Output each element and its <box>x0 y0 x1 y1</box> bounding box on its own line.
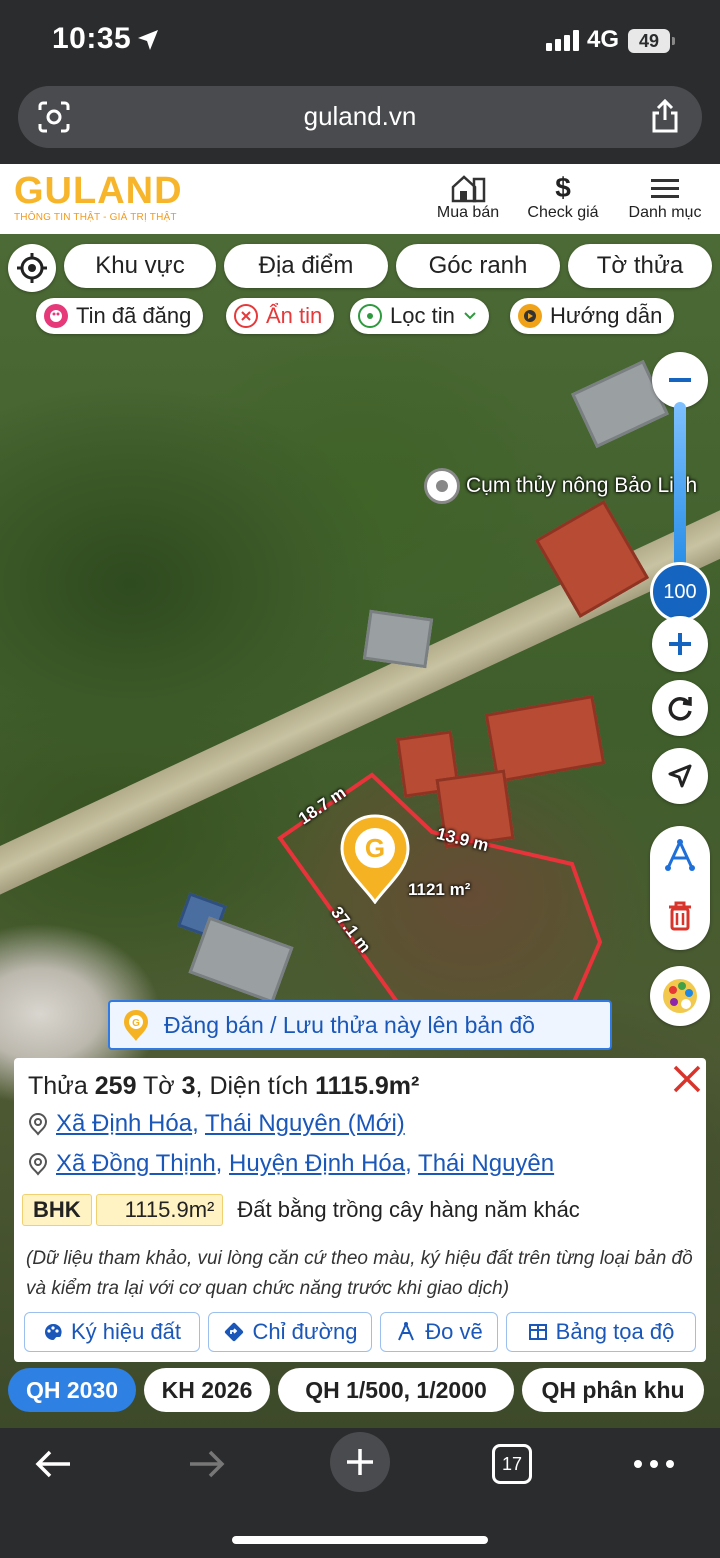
poi-marker[interactable]: Cụm thủy nông Bảo Linh <box>424 468 697 504</box>
menu-icon <box>651 179 679 198</box>
dollar-icon: $ <box>555 172 571 203</box>
home-indicator <box>232 1536 488 1544</box>
refresh-icon <box>668 697 692 721</box>
forward-icon[interactable] <box>184 1442 228 1486</box>
parcel-title: Thửa 259 Tờ 3, Diện tích 1115.9m² <box>28 1072 420 1100</box>
location-arrow-icon <box>138 30 158 50</box>
land-symbol-button[interactable]: Ký hiệu đất <box>24 1312 200 1352</box>
coordinates-table-button[interactable]: Bảng tọa độ <box>506 1312 696 1352</box>
house-icon <box>451 175 486 203</box>
directions-button[interactable]: Chỉ đường <box>208 1312 372 1352</box>
zoom-out-button[interactable] <box>652 352 708 408</box>
tab-to-thua[interactable]: Tờ thửa <box>568 244 712 288</box>
guland-logo[interactable]: GULAND THÔNG TIN THẬT - GIÁ TRỊ THẬT <box>14 172 183 223</box>
nav-buy-sell[interactable]: Mua bán <box>430 172 506 222</box>
pin-icon <box>358 304 382 328</box>
hide-listings-button[interactable]: Ẩn tin <box>226 298 335 334</box>
navigate-button[interactable] <box>652 748 708 804</box>
tab-goc-ranh[interactable]: Góc ranh <box>396 244 560 288</box>
measure-button[interactable]: Đo vẽ <box>380 1312 498 1352</box>
trash-icon[interactable] <box>666 900 694 932</box>
draw-measure-icon <box>398 1322 415 1341</box>
plus-icon <box>669 633 691 655</box>
filter-listings-button[interactable]: Lọc tin <box>350 298 489 334</box>
parcel-marker-icon[interactable]: G <box>340 814 410 904</box>
layer-kh-2026[interactable]: KH 2026 <box>144 1368 270 1412</box>
posted-listings-button[interactable]: Tin đã đăng <box>36 298 204 334</box>
tab-khu-vuc[interactable]: Khu vực <box>64 244 216 288</box>
share-icon[interactable] <box>650 98 680 134</box>
parcel-info-panel: Thửa 259 Tờ 3, Diện tích 1115.9m² Xã Địn… <box>14 1058 706 1362</box>
province-link[interactable]: Thái Nguyên <box>418 1150 554 1177</box>
site-header: GULAND THÔNG TIN THẬT - GIÁ TRỊ THẬT Mua… <box>0 164 720 234</box>
svg-text:G: G <box>132 1018 140 1029</box>
network-type: 4G <box>587 26 620 53</box>
directions-icon <box>224 1322 243 1342</box>
save-parcel-banner[interactable]: G Đăng bán / Lưu thửa này lên bản đồ <box>108 1000 612 1050</box>
table-icon <box>528 1324 547 1340</box>
url-text[interactable]: guland.vn <box>18 101 702 132</box>
zoom-slider-knob[interactable]: 100 <box>650 562 710 622</box>
map-style-button[interactable] <box>650 966 710 1026</box>
crosshair-icon <box>17 253 47 283</box>
nav-check-price[interactable]: $ Check giá <box>520 172 606 222</box>
zoom-slider-track[interactable] <box>674 402 686 586</box>
tab-dia-diem[interactable]: Địa điểm <box>224 244 388 288</box>
layer-qh-2030[interactable]: QH 2030 <box>8 1368 136 1412</box>
layer-qh-1-500[interactable]: QH 1/500, 1/2000 <box>278 1368 514 1412</box>
palette-icon <box>44 304 68 328</box>
land-use-row: BHK 1115.9m² Đất bằng trồng cây hàng năm… <box>22 1194 580 1226</box>
close-circle-icon <box>234 304 258 328</box>
palette-icon <box>663 979 697 1013</box>
chevron-down-icon <box>464 312 476 320</box>
draw-measure-icon[interactable] <box>662 838 698 874</box>
district-link[interactable]: Huyện Định Hóa <box>229 1150 405 1177</box>
new-tab-button[interactable] <box>330 1432 390 1492</box>
svg-text:G: G <box>365 833 385 863</box>
play-icon <box>518 304 542 328</box>
guland-pin-icon: G <box>124 1010 148 1041</box>
locate-me-button[interactable] <box>8 244 56 292</box>
layer-qh-phan-khu[interactable]: QH phân khu <box>522 1368 704 1412</box>
commune-link[interactable]: Xã Đồng Thịnh <box>56 1150 216 1177</box>
navigation-arrow-icon <box>668 764 692 788</box>
battery-icon: 49 <box>628 29 675 53</box>
clock: 10:35 <box>52 22 132 55</box>
disclaimer-note: (Dữ liệu tham khảo, vui lòng căn cứ theo… <box>26 1248 693 1299</box>
browser-toolbar: 17 <box>0 1428 720 1558</box>
close-icon[interactable] <box>670 1062 704 1096</box>
tabs-button[interactable]: 17 <box>492 1444 532 1484</box>
address-new: Xã Định Hóa, Thái Nguyên (Mới) <box>28 1110 405 1138</box>
address-old: Xã Đồng Thịnh, Huyện Định Hóa, Thái Nguy… <box>28 1150 554 1178</box>
palette-icon <box>44 1323 62 1340</box>
commune-link[interactable]: Xã Định Hóa <box>56 1110 192 1137</box>
land-code-badge: BHK <box>22 1194 92 1226</box>
land-area-badge: 1115.9m² <box>95 1194 224 1226</box>
nav-menu[interactable]: Danh mục <box>622 172 708 222</box>
refresh-button[interactable] <box>652 680 708 736</box>
draw-tools-group <box>650 826 710 950</box>
more-icon[interactable] <box>632 1456 676 1472</box>
land-type-text: Đất bằng trồng cây hàng năm khác <box>237 1197 580 1222</box>
poi-pin-icon <box>424 468 460 504</box>
status-bar: 10:35 4G 49 <box>0 0 720 84</box>
zoom-in-button[interactable] <box>652 616 708 672</box>
map-pin-icon <box>28 1152 48 1176</box>
parcel-area-label: 1121 m² <box>408 880 471 899</box>
province-link[interactable]: Thái Nguyên (Mới) <box>205 1110 405 1137</box>
address-bar[interactable]: guland.vn <box>18 86 702 148</box>
plus-icon <box>347 1449 373 1475</box>
minus-icon <box>669 378 691 382</box>
signal-icon <box>546 30 579 51</box>
map-pin-icon <box>28 1112 48 1136</box>
guide-button[interactable]: Hướng dẫn <box>510 298 675 334</box>
back-icon[interactable] <box>32 1442 76 1486</box>
